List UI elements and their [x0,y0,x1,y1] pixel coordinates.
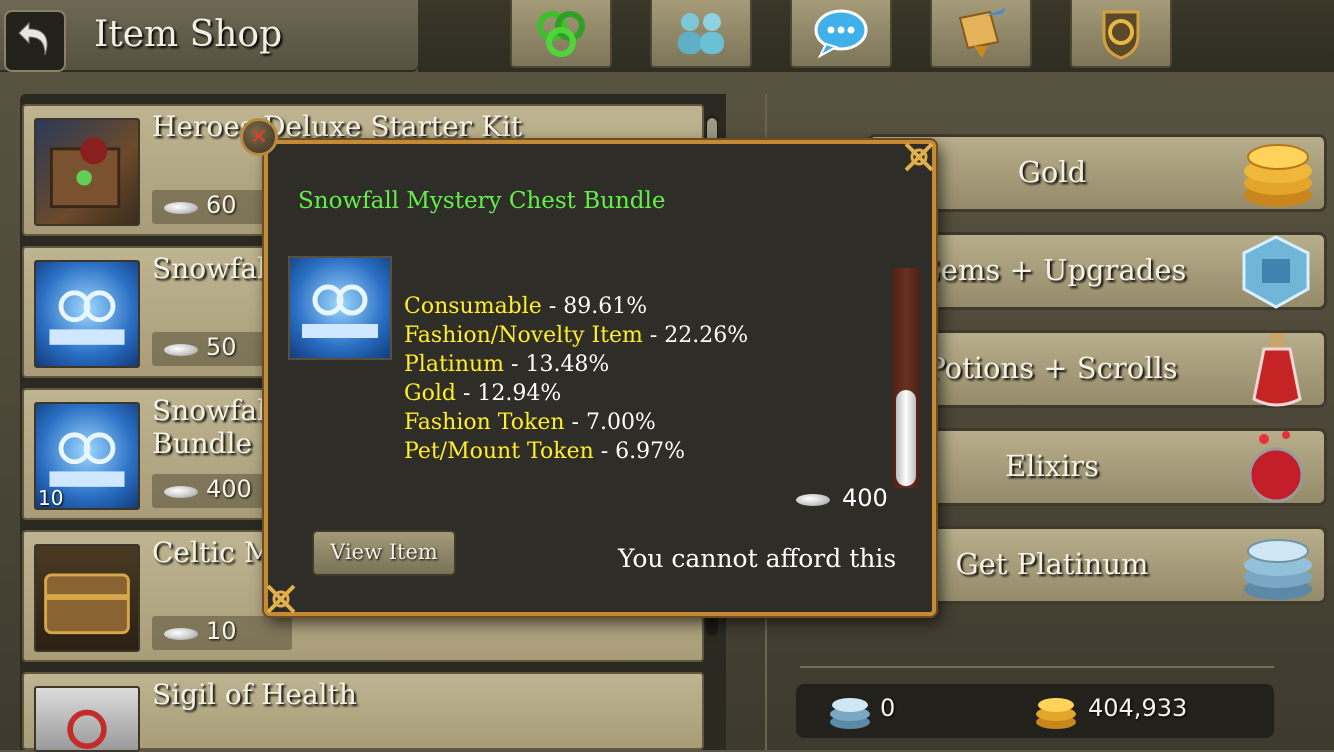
currency-bar: 0 404,933 [796,684,1274,738]
drop-name: Pet/Mount Token [404,439,594,464]
category-elixirs[interactable]: Elixirs [867,428,1327,506]
view-item-button[interactable]: View Item [312,530,456,576]
drop-percent: - 22.26% [642,323,749,348]
list-item[interactable]: Sigil of Health [22,672,704,752]
snowfall-chest-bundle-icon [288,256,392,360]
gem-icon [1242,235,1310,309]
drop-name: Platinum [404,352,505,377]
elixir-icon [1248,431,1304,503]
category-get-platinum[interactable]: Get Platinum [867,526,1327,604]
celtic-knot-corner-icon [266,584,296,614]
price-value: 400 [206,475,252,503]
drop-rate-row: Fashion Token - 7.00% [404,408,748,437]
tab-triskelion[interactable] [510,0,612,68]
platinum-coin-icon [796,494,830,506]
gold-stack-icon [1036,698,1076,729]
drop-name: Fashion Token [404,410,565,435]
top-nav [418,0,1334,72]
drop-name: Consumable [404,294,542,319]
drop-name: Gold [404,381,456,406]
drop-rate-row: Fashion/Novelty Item - 22.26% [404,321,748,350]
drop-rate-row: Consumable - 89.61% [404,292,748,321]
chat-icon [814,9,868,59]
drop-percent: - 12.94% [455,381,562,406]
platinum-coin-icon [164,628,198,640]
category-potions-scrolls[interactable]: Potions + Scrolls [867,330,1327,408]
drop-percent: - 7.00% [564,410,656,435]
popup-scroll-thumb[interactable] [896,390,916,486]
starter-kit-icon [34,118,140,226]
page-title: Item Shop [94,14,283,55]
drop-percent: - 13.48% [504,352,610,377]
platinum-coin-icon [164,344,198,356]
header-bar: Item Shop [0,0,418,72]
drop-percent: - 89.61% [541,294,648,319]
quest-scroll-icon [958,8,1006,58]
category-gold[interactable]: Gold [867,134,1327,212]
gold-stack-icon [1244,144,1312,207]
price-value: 50 [206,333,237,361]
afford-message: You cannot afford this [618,544,897,573]
quantity-badge: 10 [38,486,64,510]
item-details-popup: Snowfall Mystery Chest Bundle Consumable… [264,140,936,616]
tab-friends[interactable] [650,0,752,68]
drop-rate-row: Platinum - 13.48% [404,350,748,379]
tab-guild[interactable] [1070,0,1172,68]
platinum-balance: 0 [880,694,896,722]
drop-rate-list: Consumable - 89.61% Fashion/Novelty Item… [404,292,748,466]
guild-crest-icon [1102,10,1140,60]
back-arrow-icon [18,21,48,56]
price-value: 60 [206,191,237,219]
celtic-knot-corner-icon [904,142,934,172]
sigil-icon [34,686,140,752]
price-value: 10 [206,617,237,645]
back-button[interactable] [4,10,66,72]
tab-quests[interactable] [930,0,1032,68]
drop-rate-row: Gold - 12.94% [404,379,748,408]
popup-title: Snowfall Mystery Chest Bundle [298,188,666,214]
item-name: Heroes Deluxe Starter Kit [152,110,523,143]
snowfall-chest-icon [34,260,140,368]
popup-price: 400 [842,484,888,512]
panel-divider [800,666,1274,668]
category-gems-upgrades[interactable]: Gems + Upgrades [867,232,1327,310]
close-icon[interactable]: ✕ [240,118,278,156]
item-name: Sigil of Health [152,678,357,711]
platinum-stack-icon [830,698,870,729]
drop-name: Fashion/Novelty Item [404,323,643,348]
celtic-chest-icon [34,544,140,652]
drop-rate-row: Pet/Mount Token - 6.97% [404,437,748,466]
platinum-coin-icon [164,202,198,214]
triskelion-icon [537,11,585,57]
friends-icon [678,13,724,54]
tab-chat[interactable] [790,0,892,68]
gold-balance: 404,933 [1088,694,1188,722]
item-price: 10 [152,616,292,650]
platinum-coin-icon [164,486,198,498]
platinum-stack-icon [1244,539,1312,600]
potion-icon [1252,333,1302,407]
drop-percent: - 6.97% [593,439,686,464]
